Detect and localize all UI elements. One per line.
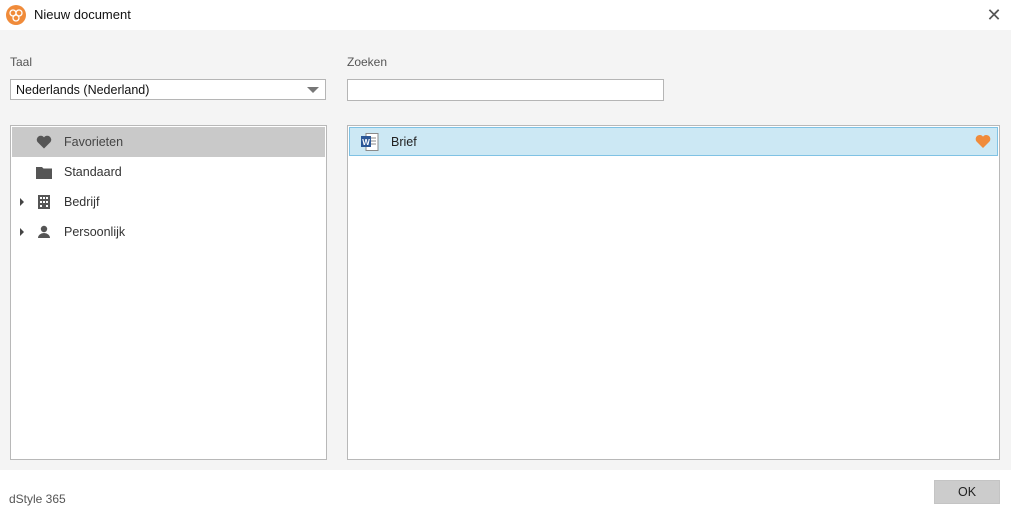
language-select[interactable]: Nederlands (Nederland) bbox=[10, 79, 326, 100]
favorite-heart-icon[interactable] bbox=[975, 134, 991, 150]
close-button[interactable]: ✕ bbox=[983, 4, 1005, 26]
expand-arrow-icon[interactable] bbox=[20, 228, 24, 236]
tree-item-label: Bedrijf bbox=[64, 195, 100, 209]
title-bar: Nieuw document ✕ bbox=[0, 0, 1011, 30]
language-selected-value: Nederlands (Nederland) bbox=[16, 83, 150, 97]
folder-icon bbox=[36, 164, 52, 180]
search-label: Zoeken bbox=[347, 55, 388, 69]
brand-label: dStyle 365 bbox=[9, 492, 66, 506]
building-icon bbox=[36, 194, 52, 210]
close-icon: ✕ bbox=[986, 4, 1002, 25]
ok-button[interactable]: OK bbox=[934, 480, 1000, 504]
footer: dStyle 365 OK bbox=[0, 470, 1011, 513]
expand-arrow-icon[interactable] bbox=[20, 198, 24, 206]
word-document-icon: W bbox=[360, 133, 380, 151]
window-title: Nieuw document bbox=[34, 7, 131, 22]
svg-text:W: W bbox=[362, 138, 370, 147]
category-tree[interactable]: Favorieten Standaard Bedrijf Persoonlijk bbox=[10, 125, 327, 460]
list-item-brief[interactable]: W Brief bbox=[349, 127, 998, 156]
search-input[interactable] bbox=[347, 79, 664, 101]
heart-icon bbox=[36, 134, 52, 150]
list-item-label: Brief bbox=[391, 135, 417, 149]
chevron-down-icon bbox=[307, 87, 319, 93]
person-icon bbox=[36, 224, 52, 240]
tree-item-label: Favorieten bbox=[64, 135, 124, 149]
app-logo-icon bbox=[6, 5, 26, 25]
tree-item-bedrijf[interactable]: Bedrijf bbox=[12, 187, 325, 217]
tree-item-favorieten[interactable]: Favorieten bbox=[12, 127, 325, 157]
language-label: Taal bbox=[10, 55, 33, 69]
tree-item-persoonlijk[interactable]: Persoonlijk bbox=[12, 217, 325, 247]
document-list[interactable]: W Brief bbox=[347, 125, 1000, 460]
tree-item-standaard[interactable]: Standaard bbox=[12, 157, 325, 187]
tree-item-label: Standaard bbox=[64, 165, 122, 179]
tree-item-label: Persoonlijk bbox=[64, 225, 126, 239]
